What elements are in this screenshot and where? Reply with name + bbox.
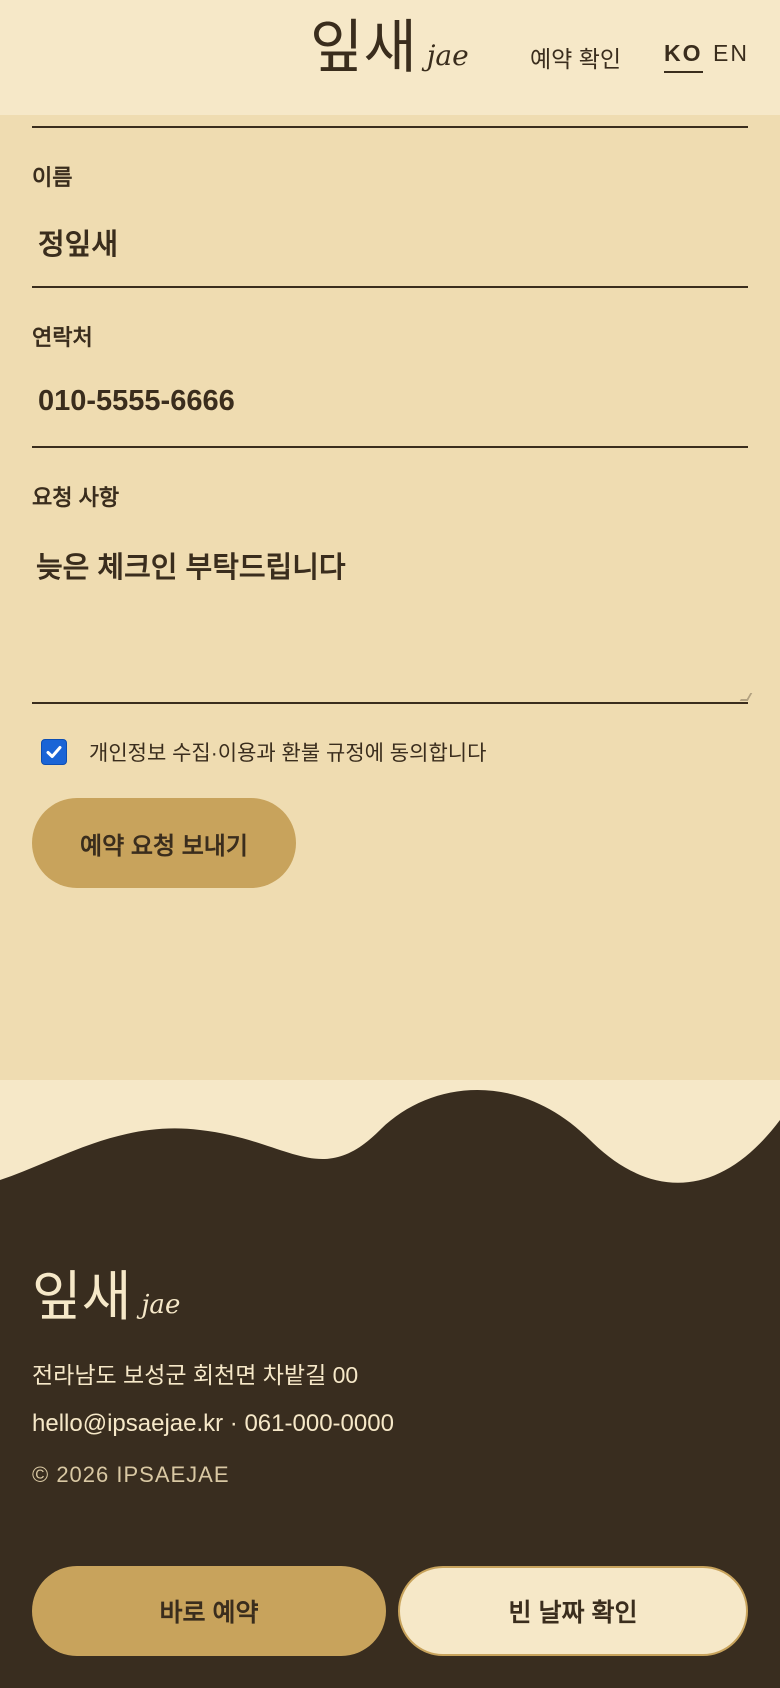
request-textarea[interactable]: 늦은 체크인 부탁드립니다 bbox=[36, 544, 736, 586]
footer-logo: 잎새 jae bbox=[32, 1270, 180, 1324]
book-now-button[interactable]: 바로 예약 bbox=[32, 1566, 386, 1656]
phone-input[interactable] bbox=[36, 384, 740, 419]
name-input-underline bbox=[32, 286, 748, 288]
name-label: 이름 bbox=[32, 165, 73, 190]
footer-contact: hello@ipsaejae.kr · 061-000-0000 bbox=[32, 1410, 394, 1437]
lang-ko-button[interactable]: KO bbox=[664, 40, 703, 73]
site-logo[interactable]: 잎새 jae bbox=[310, 18, 469, 76]
check-icon bbox=[46, 746, 62, 758]
footer-copyright: © 2026 IPSAEJAE bbox=[32, 1462, 230, 1487]
request-textarea-underline bbox=[32, 702, 748, 704]
footer-logo-main: 잎새 bbox=[32, 1265, 132, 1328]
agree-checkbox[interactable] bbox=[41, 739, 67, 765]
check-dates-button[interactable]: 빈 날짜 확인 bbox=[398, 1566, 748, 1656]
footer-logo-sub: jae bbox=[141, 1290, 181, 1320]
site-header: 잎새 jae 예약 확인 KO EN bbox=[0, 0, 780, 115]
logo-sub-text: jae bbox=[426, 39, 469, 72]
phone-label: 연락처 bbox=[32, 325, 93, 350]
request-label: 요청 사항 bbox=[32, 485, 120, 510]
nav-reservation-check[interactable]: 예약 확인 bbox=[530, 40, 621, 74]
resize-grip-icon[interactable] bbox=[739, 693, 753, 701]
lang-en-button[interactable]: EN bbox=[713, 40, 749, 67]
submit-reservation-button[interactable]: 예약 요청 보내기 bbox=[32, 798, 296, 888]
agree-label[interactable]: 개인정보 수집·이용과 환불 규정에 동의합니다 bbox=[89, 737, 486, 767]
divider bbox=[32, 126, 748, 128]
logo-main-text: 잎새 bbox=[310, 13, 417, 81]
footer-address: 전라남도 보성군 회천면 차밭길 00 bbox=[32, 1362, 359, 1388]
phone-input-underline bbox=[32, 446, 748, 448]
name-input[interactable] bbox=[36, 224, 740, 259]
